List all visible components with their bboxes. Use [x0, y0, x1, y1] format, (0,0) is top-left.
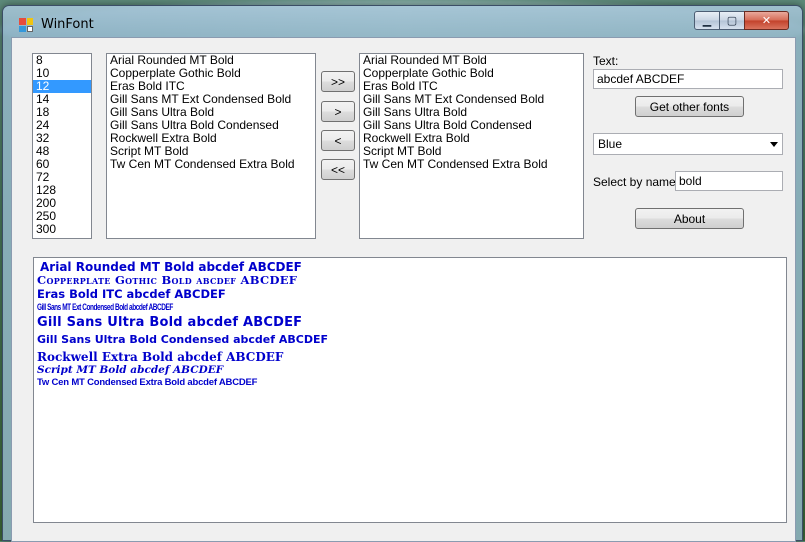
- app-icon: [19, 18, 33, 32]
- preview-line: Eras Bold ITC abcdef ABCDEF: [37, 287, 226, 302]
- preview-line: Rockwell Extra Bold abcdef ABCDEF: [37, 349, 284, 364]
- about-button[interactable]: About: [635, 208, 744, 229]
- available-fonts-list[interactable]: Arial Rounded MT Bold Copperplate Gothic …: [106, 53, 316, 239]
- remove-all-button[interactable]: <<: [321, 159, 355, 180]
- close-button[interactable]: ✕: [744, 11, 789, 30]
- window-title: WinFont: [41, 17, 94, 32]
- list-item[interactable]: Tw Cen MT Condensed Extra Bold: [107, 158, 315, 171]
- preview-line: Copperplate Gothic Bold abcdef ABCDEF: [37, 273, 298, 288]
- client-area: 8 10 12 14 18 24 32 48 60 72 128 200 250 300 Arial Ro…: [11, 37, 796, 542]
- get-other-fonts-button[interactable]: Get other fonts: [635, 96, 744, 117]
- chevron-down-icon: [770, 142, 778, 147]
- selected-fonts-list[interactable]: Arial Rounded MT Bold Copperplate Gothic …: [359, 53, 584, 239]
- list-item[interactable]: 300: [33, 223, 91, 236]
- winfont-window: WinFont ▁ ▢ ✕ 8 10 12 14 18 24 32 48 60 72 128 200 2…: [2, 5, 803, 542]
- title-bar[interactable]: WinFont ▁ ▢ ✕: [3, 6, 802, 36]
- select-by-name-label: Select by name:: [593, 175, 680, 189]
- minimize-button[interactable]: ▁: [694, 11, 720, 30]
- preview-line: Script MT Bold abcdef ABCDEF: [37, 363, 224, 376]
- preview-line: Arial Rounded MT Bold abcdef ABCDEF: [40, 260, 302, 274]
- text-input[interactable]: abcdef ABCDEF: [593, 69, 783, 89]
- color-select[interactable]: Blue: [593, 133, 783, 155]
- preview-line: Gill Sans MT Ext Condensed Bold abcdef A…: [37, 301, 173, 312]
- list-item[interactable]: Tw Cen MT Condensed Extra Bold: [360, 158, 583, 171]
- font-preview-area: Arial Rounded MT Bold abcdef ABCDEF Copp…: [33, 257, 787, 523]
- remove-button[interactable]: <: [321, 130, 355, 151]
- preview-line: Tw Cen MT Condensed Extra Bold abcdef AB…: [37, 376, 258, 388]
- add-all-button[interactable]: >>: [321, 71, 355, 92]
- font-size-list[interactable]: 8 10 12 14 18 24 32 48 60 72 128 200 250 300: [32, 53, 92, 239]
- preview-line: Gill Sans Ultra Bold abcdef ABCDEF: [37, 314, 303, 330]
- preview-line: Gill Sans Ultra Bold Condensed abcdef AB…: [37, 333, 329, 347]
- maximize-button[interactable]: ▢: [719, 11, 745, 30]
- color-select-value: Blue: [598, 137, 623, 151]
- add-button[interactable]: >: [321, 101, 355, 122]
- select-by-name-input[interactable]: bold: [675, 171, 783, 191]
- text-label: Text:: [593, 54, 619, 68]
